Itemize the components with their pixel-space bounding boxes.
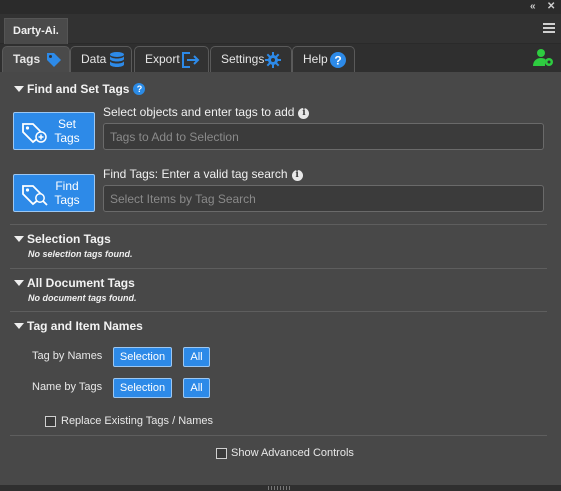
set-tags-instruction-text: Select objects and enter tags to add xyxy=(103,105,295,119)
document-tags-title: All Document Tags xyxy=(27,276,135,290)
tab-tags-label: Tags xyxy=(13,52,41,66)
database-icon xyxy=(110,52,124,67)
collapse-icon[interactable]: « xyxy=(530,1,536,13)
resize-grip-icon[interactable] xyxy=(268,486,292,490)
find-set-title: Find and Set Tags xyxy=(27,82,130,96)
help-icon[interactable]: ? xyxy=(133,83,146,95)
panel-header: Darty-Ai. xyxy=(0,14,561,44)
find-tags-instruction: Find Tags: Enter a valid tag search i xyxy=(103,167,303,181)
tag-search-input[interactable] xyxy=(103,185,544,212)
close-icon[interactable]: ✕ xyxy=(547,1,555,13)
tag-by-names-selection-button[interactable]: Selection xyxy=(113,347,172,367)
name-by-tags-label: Name by Tags xyxy=(32,381,103,393)
find-tags-button[interactable]: Find Tags xyxy=(13,174,95,212)
tag-item-names-section-header[interactable]: Tag and Item Names xyxy=(14,319,143,333)
gear-icon xyxy=(265,52,281,68)
collapse-triangle-icon xyxy=(14,323,24,329)
section-divider xyxy=(10,224,547,225)
tab-settings[interactable]: Settings xyxy=(210,46,292,72)
tag-icon xyxy=(47,53,61,67)
selection-tags-section-header[interactable]: Selection Tags xyxy=(14,232,111,246)
set-tags-button[interactable]: Set Tags xyxy=(13,112,95,150)
section-divider xyxy=(10,311,547,312)
tab-bar: Tags Data Export Settings Help ? xyxy=(0,44,561,72)
section-divider xyxy=(10,268,547,269)
export-icon xyxy=(182,52,200,68)
tags-panel-content: Find and Set Tags? Set Tags Select objec… xyxy=(0,72,561,485)
tab-help-label: Help xyxy=(303,52,328,66)
tab-help[interactable]: Help ? xyxy=(292,46,355,72)
tag-search-icon xyxy=(22,185,48,206)
show-advanced-checkbox[interactable] xyxy=(216,448,227,459)
name-by-tags-selection-button[interactable]: Selection xyxy=(113,378,172,398)
replace-existing-label[interactable]: Replace Existing Tags / Names xyxy=(61,415,213,427)
document-tags-section-header[interactable]: All Document Tags xyxy=(14,276,135,290)
document-tags-empty: No document tags found. xyxy=(28,293,137,303)
set-tags-instruction: Select objects and enter tags to add i xyxy=(103,105,310,119)
tab-data-label: Data xyxy=(81,52,107,66)
collapse-triangle-icon xyxy=(14,280,24,286)
svg-text:?: ? xyxy=(334,54,341,68)
panel-title-tab[interactable]: Darty-Ai. xyxy=(4,18,68,44)
panel-bottom-bar xyxy=(0,485,561,491)
tags-to-add-input[interactable] xyxy=(103,123,544,150)
collapse-triangle-icon xyxy=(14,236,24,242)
selection-tags-title: Selection Tags xyxy=(27,232,111,246)
show-advanced-label[interactable]: Show Advanced Controls xyxy=(231,447,354,459)
replace-existing-checkbox[interactable] xyxy=(45,416,56,427)
info-icon[interactable]: i xyxy=(298,108,310,119)
tab-export[interactable]: Export xyxy=(134,46,209,72)
tag-by-names-label: Tag by Names xyxy=(32,350,103,362)
find-tags-instruction-text: Find Tags: Enter a valid tag search xyxy=(103,167,288,181)
tag-by-names-all-button[interactable]: All xyxy=(183,347,210,367)
window-titlebar: « ✕ xyxy=(0,0,561,14)
find-tags-label: Find Tags xyxy=(54,179,80,207)
tab-data[interactable]: Data xyxy=(70,46,132,72)
tab-export-label: Export xyxy=(145,52,180,66)
find-set-section-header[interactable]: Find and Set Tags? xyxy=(14,82,146,96)
name-by-tags-all-button[interactable]: All xyxy=(183,378,210,398)
tab-tags[interactable]: Tags xyxy=(2,46,70,72)
tab-settings-label: Settings xyxy=(221,52,265,66)
set-tags-label: Set Tags xyxy=(54,117,80,145)
user-settings-icon[interactable] xyxy=(533,48,555,68)
panel-menu-icon[interactable] xyxy=(543,23,555,33)
tag-add-icon xyxy=(22,123,47,144)
selection-tags-empty: No selection tags found. xyxy=(28,249,133,259)
collapse-triangle-icon xyxy=(14,86,24,92)
tag-item-names-title: Tag and Item Names xyxy=(27,319,143,333)
help-icon: ? xyxy=(330,52,346,68)
info-icon[interactable]: i xyxy=(291,170,303,181)
section-divider xyxy=(10,435,547,436)
